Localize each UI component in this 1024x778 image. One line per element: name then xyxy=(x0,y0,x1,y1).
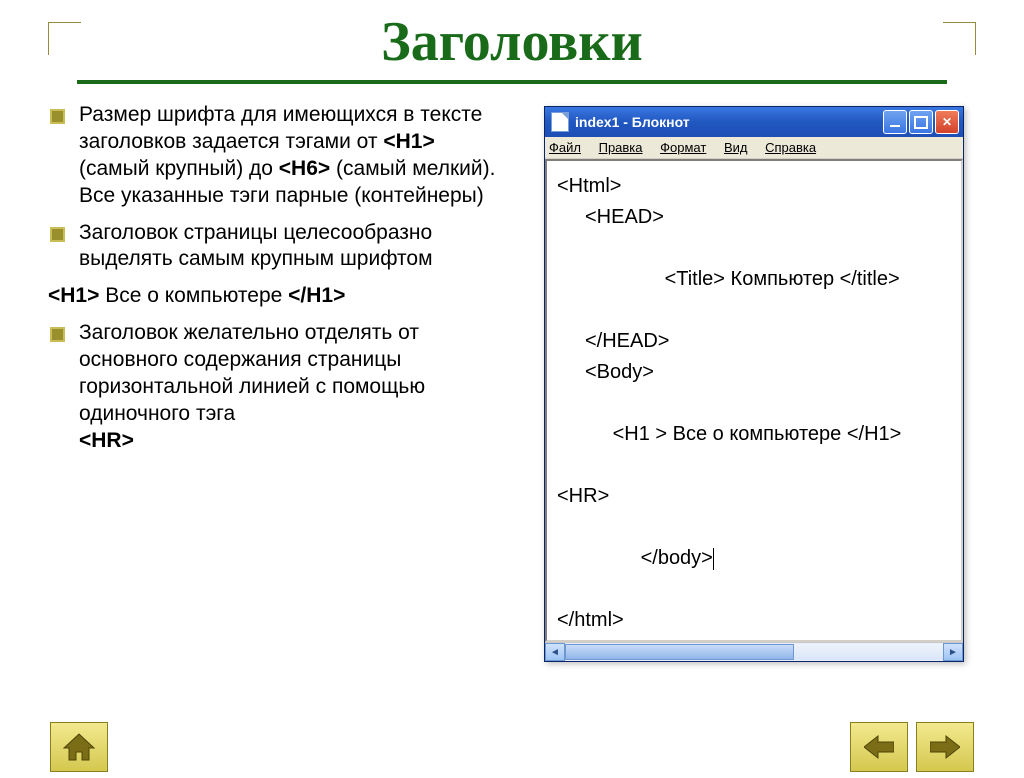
title-underline xyxy=(77,80,947,84)
tag-hr: <HR> xyxy=(79,429,134,452)
arrow-right-icon xyxy=(930,734,960,760)
house-icon xyxy=(62,732,96,762)
tag-h1: <H1> xyxy=(383,130,434,153)
document-icon xyxy=(551,112,569,132)
code-line: </HEAD> xyxy=(557,326,955,357)
tag-h6: <H6> xyxy=(279,157,330,180)
arrow-left-icon xyxy=(864,734,894,760)
text-cursor xyxy=(713,548,714,570)
bullet-icon xyxy=(50,327,65,342)
menu-edit[interactable]: Правка xyxy=(599,140,643,155)
code-line: <Body> xyxy=(557,357,955,388)
code-line: <HR> xyxy=(557,481,955,512)
editor-body[interactable]: <Html> <HEAD> <Title> Компьютер </title>… xyxy=(545,159,963,642)
bullet-text: (самый крупный) до xyxy=(79,157,279,180)
prev-button[interactable] xyxy=(850,722,908,772)
home-button[interactable] xyxy=(50,722,108,772)
minimize-button[interactable] xyxy=(883,110,907,134)
next-button[interactable] xyxy=(916,722,974,772)
tag-open: <H1> xyxy=(48,284,99,307)
bullet-list: Размер шрифта для имеющихся в тексте заг… xyxy=(42,102,502,662)
code-example: <H1> Все о компьютере </H1> xyxy=(48,283,502,310)
maximize-button[interactable] xyxy=(909,110,933,134)
bullet-item: Заголовок желательно отделять от основно… xyxy=(42,320,502,454)
window-titlebar[interactable]: index1 - Блокнот ✕ xyxy=(545,107,963,137)
scroll-right-button[interactable]: ► xyxy=(943,643,963,661)
menu-file[interactable]: Файл xyxy=(549,140,581,155)
menu-view[interactable]: Вид xyxy=(724,140,748,155)
bullet-icon xyxy=(50,227,65,242)
corner-frame-tl xyxy=(48,22,81,55)
window-title: index1 - Блокнот xyxy=(575,114,881,130)
code-line: <Html> xyxy=(557,171,955,202)
menu-help[interactable]: Справка xyxy=(765,140,816,155)
bullet-item: Заголовок страницы целесообразно выделят… xyxy=(42,220,502,274)
code-line: </body> xyxy=(557,512,955,605)
code-line: <H1 > Все о компьютере </H1> xyxy=(557,388,955,481)
scroll-left-button[interactable]: ◄ xyxy=(545,643,565,661)
code-line: </html> xyxy=(557,605,955,636)
code-line: <Title> Компьютер </title> xyxy=(557,233,955,326)
horizontal-scrollbar[interactable]: ◄ ► xyxy=(545,642,963,661)
bullet-text: Заголовок желательно отделять от основно… xyxy=(79,321,425,425)
tag-close: </H1> xyxy=(288,284,345,307)
scroll-thumb[interactable] xyxy=(565,644,794,660)
menubar: Файл Правка Формат Вид Справка xyxy=(545,137,963,159)
corner-frame-tr xyxy=(943,22,976,55)
bullet-text: Заголовок страницы целесообразно выделят… xyxy=(79,220,502,274)
close-button[interactable]: ✕ xyxy=(935,110,959,134)
scroll-track[interactable] xyxy=(565,644,943,660)
slide-title: Заголовки xyxy=(0,10,1024,74)
notepad-window: index1 - Блокнот ✕ Файл Правка Формат Ви… xyxy=(544,106,964,662)
menu-format[interactable]: Формат xyxy=(660,140,706,155)
bullet-icon xyxy=(50,109,65,124)
code-text: Все о компьютере xyxy=(105,284,288,307)
bullet-item: Размер шрифта для имеющихся в тексте заг… xyxy=(42,102,502,210)
code-line: <HEAD> xyxy=(557,202,955,233)
